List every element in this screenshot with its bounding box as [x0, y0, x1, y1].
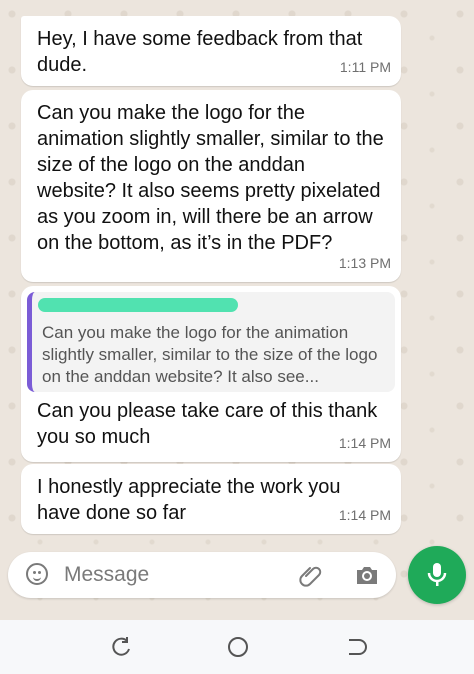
mic-button[interactable] — [408, 546, 466, 604]
back-icon[interactable] — [341, 632, 371, 662]
mic-icon — [427, 563, 447, 586]
redacted-sender-name — [38, 298, 238, 312]
quoted-message[interactable]: Can you make the logo for the animation … — [27, 292, 395, 392]
message-composer: Message — [8, 552, 396, 598]
camera-icon[interactable] — [354, 563, 380, 587]
message-bubble[interactable]: Hey, I have some feedback from that dude… — [21, 16, 401, 86]
message-time: 1:14 PM — [338, 435, 391, 451]
attach-icon[interactable] — [298, 562, 324, 588]
message-input[interactable]: Message — [64, 563, 149, 587]
quoted-text: Can you make the logo for the animation … — [42, 323, 378, 386]
message-bubble[interactable]: I honestly appreciate the work you have … — [21, 464, 401, 534]
message-time: 1:14 PM — [338, 507, 391, 523]
message-text: Can you make the logo for the animation … — [37, 102, 384, 254]
message-time: 1:13 PM — [338, 255, 391, 271]
system-navigation-bar — [0, 620, 474, 674]
message-time: 1:11 PM — [339, 59, 391, 75]
home-icon[interactable] — [223, 632, 253, 662]
message-bubble[interactable]: Can you make the logo for the animation … — [21, 90, 401, 282]
emoji-icon[interactable] — [26, 563, 48, 585]
recents-icon[interactable] — [107, 632, 137, 662]
message-bubble[interactable]: Can you make the logo for the animation … — [21, 286, 401, 462]
